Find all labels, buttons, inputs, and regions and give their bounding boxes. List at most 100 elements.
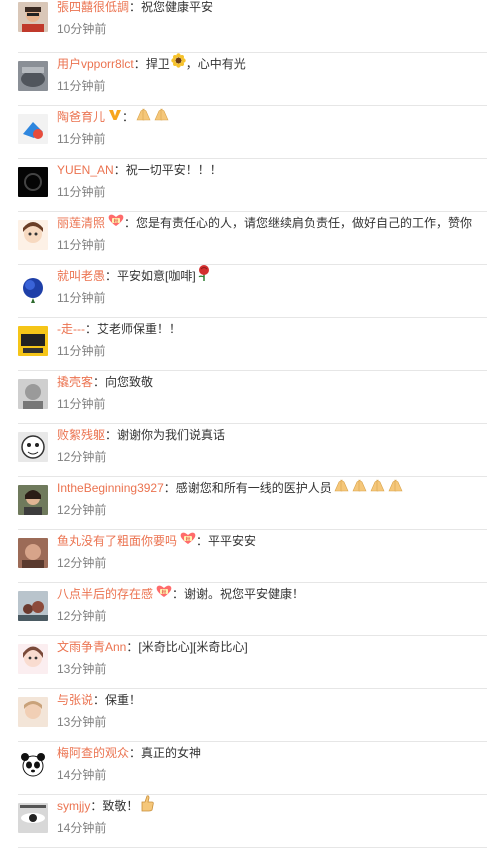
comment-text: 平平安安	[208, 534, 257, 548]
timestamp: 12分钟前	[57, 609, 107, 623]
pray-emoji-icon	[135, 106, 152, 128]
avatar[interactable]	[18, 697, 48, 727]
pray-emoji-icon	[351, 477, 368, 499]
comment-line: 張四囍很低調：祝您健康平安	[57, 0, 213, 18]
colon: ：	[85, 322, 98, 336]
timestamp: 11分钟前	[57, 132, 106, 146]
comment-text: 艾老师保重！！	[97, 322, 182, 336]
comment-text: 保重！	[105, 693, 142, 707]
comment-item: 用户vpporr8lct：捍卫 ，心中有光 11分钟前	[0, 53, 487, 106]
svg-text:粉: 粉	[114, 217, 119, 224]
comment-line: symjjy：致敬！	[57, 794, 155, 817]
avatar[interactable]	[18, 432, 48, 462]
avatar[interactable]	[18, 538, 48, 568]
comment-text: 祝您健康平安	[141, 0, 214, 14]
username-link[interactable]: 張四囍很低調	[57, 0, 129, 18]
fan-badge-icon: 粉	[108, 212, 124, 234]
comment-text: 真正的女神	[141, 746, 202, 760]
colon: ：	[172, 587, 185, 601]
comment-item: 陶爸育儿 ： 11分钟前	[0, 106, 487, 159]
username-link[interactable]: 八点半后的存在感	[57, 583, 153, 605]
comment-item: 与张说：保重！ 13分钟前	[0, 689, 487, 742]
comment-item: -走---：艾老师保重！！ 11分钟前	[0, 318, 487, 371]
comment-item: 鱼丸没有了粗面你要吗 粉 ：平平安安 12分钟前	[0, 530, 487, 583]
comment-item: 就叫老愚：平安如意[咖啡] 11分钟前	[0, 265, 487, 318]
comment-item: 文雨争青Ann： [米奇比心][米奇比心] 13分钟前	[0, 636, 487, 689]
comment-item: 梅阿查的观众：真正的女神 14分钟前	[0, 742, 487, 795]
comment-text: 谢谢你为我们说真话	[117, 428, 226, 442]
username-link[interactable]: IntheBeginning3927	[57, 477, 164, 499]
colon: ：	[196, 534, 209, 548]
comment-line: 陶爸育儿 ：	[57, 106, 170, 128]
comment-text-continued: ，心中有光	[185, 57, 246, 71]
avatar[interactable]	[18, 167, 48, 197]
username-link[interactable]: 撬壳客	[57, 371, 93, 393]
avatar[interactable]	[18, 220, 48, 250]
username-link[interactable]: YUEN_AN	[57, 159, 114, 181]
comment-item: symjjy：致敬！ 14分钟前	[0, 794, 487, 848]
pray-emoji-icon	[153, 106, 170, 128]
username-link[interactable]: 鱼丸没有了粗面你要吗	[57, 530, 177, 552]
comment-line: 撬壳客：向您致敬	[57, 371, 153, 393]
username-link[interactable]: 丽莲清照	[57, 212, 105, 234]
comment-line: 就叫老愚：平安如意[咖啡]	[57, 265, 211, 287]
svg-text:粉: 粉	[186, 535, 191, 542]
avatar[interactable]	[18, 2, 48, 32]
comment-text: 谢谢。祝您平安健康！	[184, 587, 305, 601]
avatar[interactable]	[18, 803, 48, 833]
comment-item: YUEN_AN：祝一切平安！！！ 11分钟前	[0, 159, 487, 212]
comment-text: 您是有责任心的人，请您继续肩负责任，做好自己的工作，赞你	[136, 216, 473, 230]
avatar[interactable]	[18, 750, 48, 780]
timestamp: 12分钟前	[57, 556, 107, 570]
avatar[interactable]	[18, 326, 48, 356]
comment-line: 与张说：保重！	[57, 689, 141, 711]
comment-item: 八点半后的存在感 粉 ：谢谢。祝您平安健康！ 12分钟前	[0, 583, 487, 636]
comment-line: YUEN_AN：祝一切平安！！！	[57, 159, 222, 181]
username-link[interactable]: 败絮残躯	[57, 424, 105, 446]
colon: ：	[93, 693, 106, 707]
username-link[interactable]: 就叫老愚	[57, 265, 105, 287]
colon: ：	[90, 799, 103, 813]
avatar[interactable]	[18, 591, 48, 621]
comment-text: 向您致敬	[105, 375, 154, 389]
comment-line: 梅阿查的观众：真正的女神	[57, 742, 201, 764]
username-link[interactable]: 陶爸育儿	[57, 106, 105, 128]
avatar[interactable]	[18, 61, 48, 91]
username-link[interactable]: -走---	[57, 318, 85, 340]
username-link[interactable]: 用户vpporr8lct	[57, 53, 134, 75]
pray-emoji-icon	[369, 477, 386, 499]
comment-text: 捍卫	[145, 57, 170, 71]
avatar[interactable]	[18, 485, 48, 515]
timestamp: 11分钟前	[57, 79, 106, 93]
comment-line: 用户vpporr8lct：捍卫 ，心中有光	[57, 53, 246, 75]
comment-line: 败絮残躯：谢谢你为我们说真话	[57, 424, 225, 446]
avatar[interactable]	[18, 114, 48, 144]
username-link[interactable]: 文雨争青Ann	[57, 636, 126, 658]
rose-emoji-icon	[197, 264, 211, 288]
comment-line: 丽莲清照 粉 ：您是有责任心的人，请您继续肩负责任，做好自己的工作，赞你	[57, 212, 472, 234]
timestamp: 11分钟前	[57, 344, 106, 358]
comment-item: 丽莲清照 粉 ：您是有责任心的人，请您继续肩负责任，做好自己的工作，赞你 11分钟前	[0, 212, 487, 265]
colon: ：	[93, 375, 106, 389]
username-link[interactable]: 与张说	[57, 689, 93, 711]
avatar[interactable]	[18, 379, 48, 409]
username-link[interactable]: 梅阿查的观众	[57, 742, 129, 764]
comment-item: 败絮残躯：谢谢你为我们说真话 12分钟前	[0, 424, 487, 477]
avatar[interactable]	[18, 273, 48, 303]
username-link[interactable]: symjjy	[57, 795, 90, 817]
comment-text: 感谢您和所有一线的医护人员	[175, 481, 332, 495]
avatar[interactable]	[18, 644, 48, 674]
timestamp: 12分钟前	[57, 503, 107, 517]
comment-list: 張四囍很低調：祝您健康平安 10分钟前 用户vpporr8lct：捍卫 ，心中有光 11…	[0, 0, 487, 848]
comment-item: 撬壳客：向您致敬 11分钟前	[0, 371, 487, 424]
comment-line: -走---：艾老师保重！！	[57, 318, 181, 340]
colon: ：	[124, 216, 137, 230]
colon: ：	[133, 57, 146, 71]
comment-line: 文雨争青Ann： [米奇比心][米奇比心]	[57, 636, 248, 658]
fan-badge-icon: 粉	[156, 583, 172, 605]
sunflower-emoji-icon	[171, 53, 186, 75]
timestamp: 10分钟前	[57, 22, 107, 36]
timestamp: 11分钟前	[57, 291, 106, 305]
colon: ：	[163, 481, 176, 495]
comment-line: 八点半后的存在感 粉 ：谢谢。祝您平安健康！	[57, 583, 304, 605]
